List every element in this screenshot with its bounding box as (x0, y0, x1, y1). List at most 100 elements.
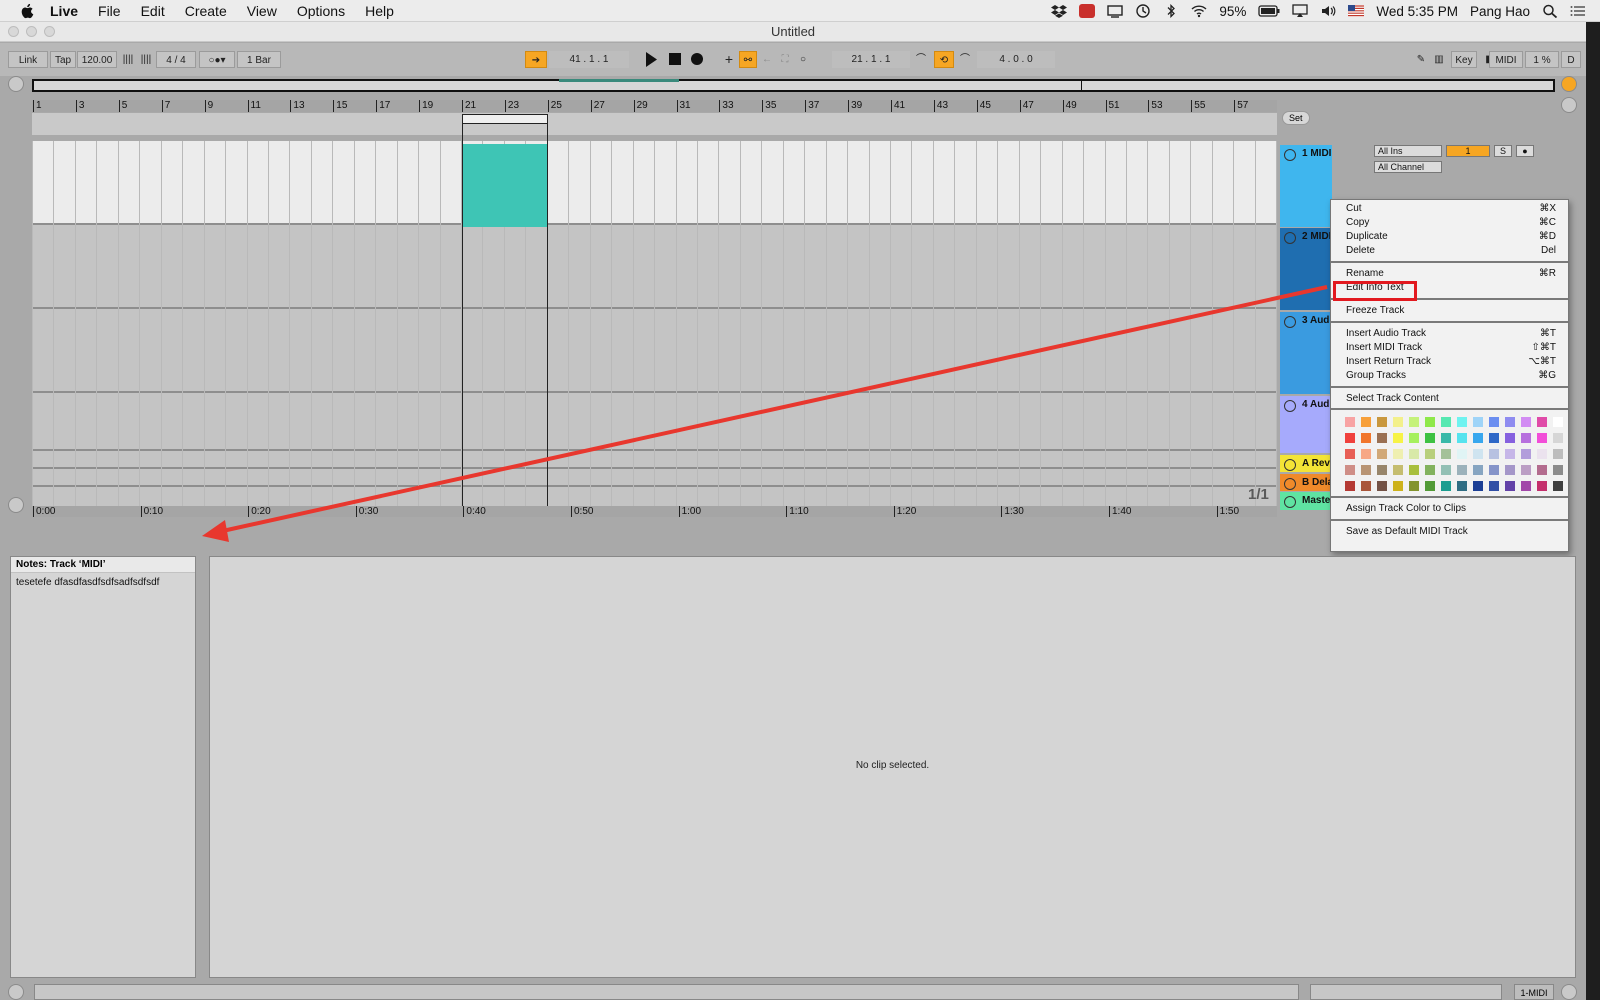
notification-center-icon[interactable] (1570, 4, 1586, 18)
draw-mode-icon[interactable]: ✎ (1414, 51, 1428, 68)
time-ruler[interactable]: 0:00 0:10 0:20 0:30 0:40 0:50 1:00 1:10 1:20 1:30… (32, 506, 1277, 517)
arrangement-view-toggle-icon[interactable] (1561, 97, 1577, 113)
overview-toggle-icon[interactable] (8, 497, 24, 513)
track-color-swatch[interactable] (1361, 449, 1371, 459)
track-color-swatch[interactable] (1409, 481, 1419, 491)
overview-visible-range[interactable] (559, 79, 679, 82)
track-color-swatch[interactable] (1377, 449, 1387, 459)
track-fold-icon[interactable] (1284, 496, 1296, 508)
track-color-swatch[interactable] (1521, 465, 1531, 475)
loop-length-field[interactable]: 4 . 0 . 0 (977, 51, 1055, 68)
track1-solo-button[interactable]: S (1494, 145, 1512, 157)
track-color-swatch[interactable] (1345, 417, 1355, 427)
track-color-swatch[interactable] (1409, 433, 1419, 443)
menu-item-save-as-default-midi-track[interactable]: Save as Default MIDI Track (1331, 525, 1568, 539)
track-color-swatch[interactable] (1345, 449, 1355, 459)
track-color-swatch[interactable] (1457, 449, 1467, 459)
track-color-swatch[interactable] (1473, 465, 1483, 475)
track-fold-icon[interactable] (1284, 478, 1296, 490)
time-machine-icon[interactable] (1135, 4, 1151, 18)
arrangement-tracks[interactable] (32, 141, 1277, 515)
track-color-swatch[interactable] (1377, 417, 1387, 427)
arrangement-overview[interactable] (32, 79, 1555, 92)
menu-item-delete[interactable]: Delete Del (1331, 244, 1568, 258)
tap-tempo-button[interactable]: Tap (50, 51, 76, 68)
track-color-swatch[interactable] (1409, 417, 1419, 427)
track-color-swatch[interactable] (1409, 465, 1419, 475)
menu-item-group-tracks[interactable]: Group Tracks ⌘G (1331, 369, 1568, 383)
menu-item-insert-audio-track[interactable]: Insert Audio Track ⌘T (1331, 327, 1568, 341)
menu-item-copy[interactable]: Copy ⌘C (1331, 216, 1568, 230)
track-color-swatch[interactable] (1473, 433, 1483, 443)
track-color-swatch[interactable] (1489, 465, 1499, 475)
track-header[interactable]: A Reverb (1280, 455, 1332, 472)
track-color-swatch[interactable] (1393, 433, 1403, 443)
track-header[interactable]: 4 Audio (1280, 396, 1332, 453)
follow-icon[interactable]: ➔ (525, 51, 547, 68)
battery-icon[interactable] (1258, 4, 1280, 18)
midi-clip[interactable] (462, 144, 548, 227)
track-header[interactable]: Master (1280, 492, 1332, 510)
track-color-swatch[interactable] (1537, 481, 1547, 491)
track1-input-channel-select[interactable]: All Channel (1374, 161, 1442, 173)
session-record-icon[interactable]: ○ (796, 51, 810, 68)
menu-file[interactable]: File (98, 3, 121, 19)
info-view-toggle-icon[interactable] (8, 984, 24, 1000)
menu-item-rename[interactable]: Rename ⌘R (1331, 267, 1568, 281)
track-color-swatch[interactable] (1425, 433, 1435, 443)
quantize-menu[interactable]: 1 Bar (237, 51, 281, 68)
track-header[interactable]: B Delay (1280, 474, 1332, 491)
wifi-icon[interactable] (1191, 4, 1207, 18)
tempo-field[interactable]: 120.00 (77, 51, 117, 68)
automation-arm-icon[interactable]: ⚯ (739, 51, 757, 68)
bluetooth-icon[interactable] (1163, 4, 1179, 18)
play-icon[interactable] (644, 51, 658, 68)
track-fold-icon[interactable] (1284, 232, 1296, 244)
track-color-swatch[interactable] (1409, 449, 1419, 459)
minimize-window-button[interactable] (26, 26, 37, 37)
track-color-swatch[interactable] (1441, 481, 1451, 491)
track-color-swatch[interactable] (1457, 465, 1467, 475)
nudge-up-icon[interactable]: |||| (138, 51, 154, 68)
track-color-swatch[interactable] (1505, 465, 1515, 475)
track-color-swatch[interactable] (1457, 481, 1467, 491)
track-color-swatch[interactable] (1537, 465, 1547, 475)
track-color-swatch[interactable] (1441, 465, 1451, 475)
track-color-swatch[interactable] (1377, 465, 1387, 475)
track-header[interactable]: 1 MIDI (1280, 145, 1332, 227)
track-color-swatch[interactable] (1489, 417, 1499, 427)
track-color-swatch[interactable] (1505, 433, 1515, 443)
close-window-button[interactable] (8, 26, 19, 37)
airplay-icon[interactable] (1292, 4, 1309, 18)
track-color-swatch[interactable] (1489, 433, 1499, 443)
menu-item-assign-track-color-to-clips[interactable]: Assign Track Color to Clips (1331, 502, 1568, 516)
track-color-swatch[interactable] (1553, 481, 1563, 491)
track-color-swatch[interactable] (1553, 449, 1563, 459)
menu-item-insert-return-track[interactable]: Insert Return Track ⌥⌘T (1331, 355, 1568, 369)
track-color-swatch[interactable] (1345, 481, 1355, 491)
track-color-swatch[interactable] (1425, 449, 1435, 459)
capture-icon[interactable]: ⛶ (778, 51, 792, 68)
track-color-swatch[interactable] (1553, 417, 1563, 427)
menu-app-live[interactable]: Live (50, 3, 78, 19)
volume-icon[interactable] (1320, 4, 1336, 18)
track-color-swatch[interactable] (1521, 481, 1531, 491)
punch-in-icon[interactable]: ⌒ (912, 51, 930, 68)
track-color-swatch[interactable] (1441, 449, 1451, 459)
key-map-button[interactable]: Key (1451, 51, 1477, 68)
link-button[interactable]: Link (8, 51, 48, 68)
clock[interactable]: Wed 5:35 PM (1376, 4, 1458, 19)
dropbox-icon[interactable] (1051, 4, 1068, 18)
track-color-swatch[interactable] (1521, 433, 1531, 443)
session-view-toggle-icon[interactable] (1561, 76, 1577, 92)
track-color-swatch[interactable] (1521, 449, 1531, 459)
apple-icon[interactable] (18, 2, 36, 20)
track-color-swatch[interactable] (1441, 433, 1451, 443)
browser-toggle-icon[interactable] (8, 76, 24, 92)
contacts-icon[interactable] (1107, 4, 1124, 18)
track-color-swatch[interactable] (1393, 417, 1403, 427)
zoom-window-button[interactable] (44, 26, 55, 37)
menu-view[interactable]: View (247, 3, 277, 19)
computer-midi-keyboard-icon[interactable]: ▥ (1432, 51, 1446, 68)
track1-activator[interactable]: 1 (1446, 145, 1490, 157)
